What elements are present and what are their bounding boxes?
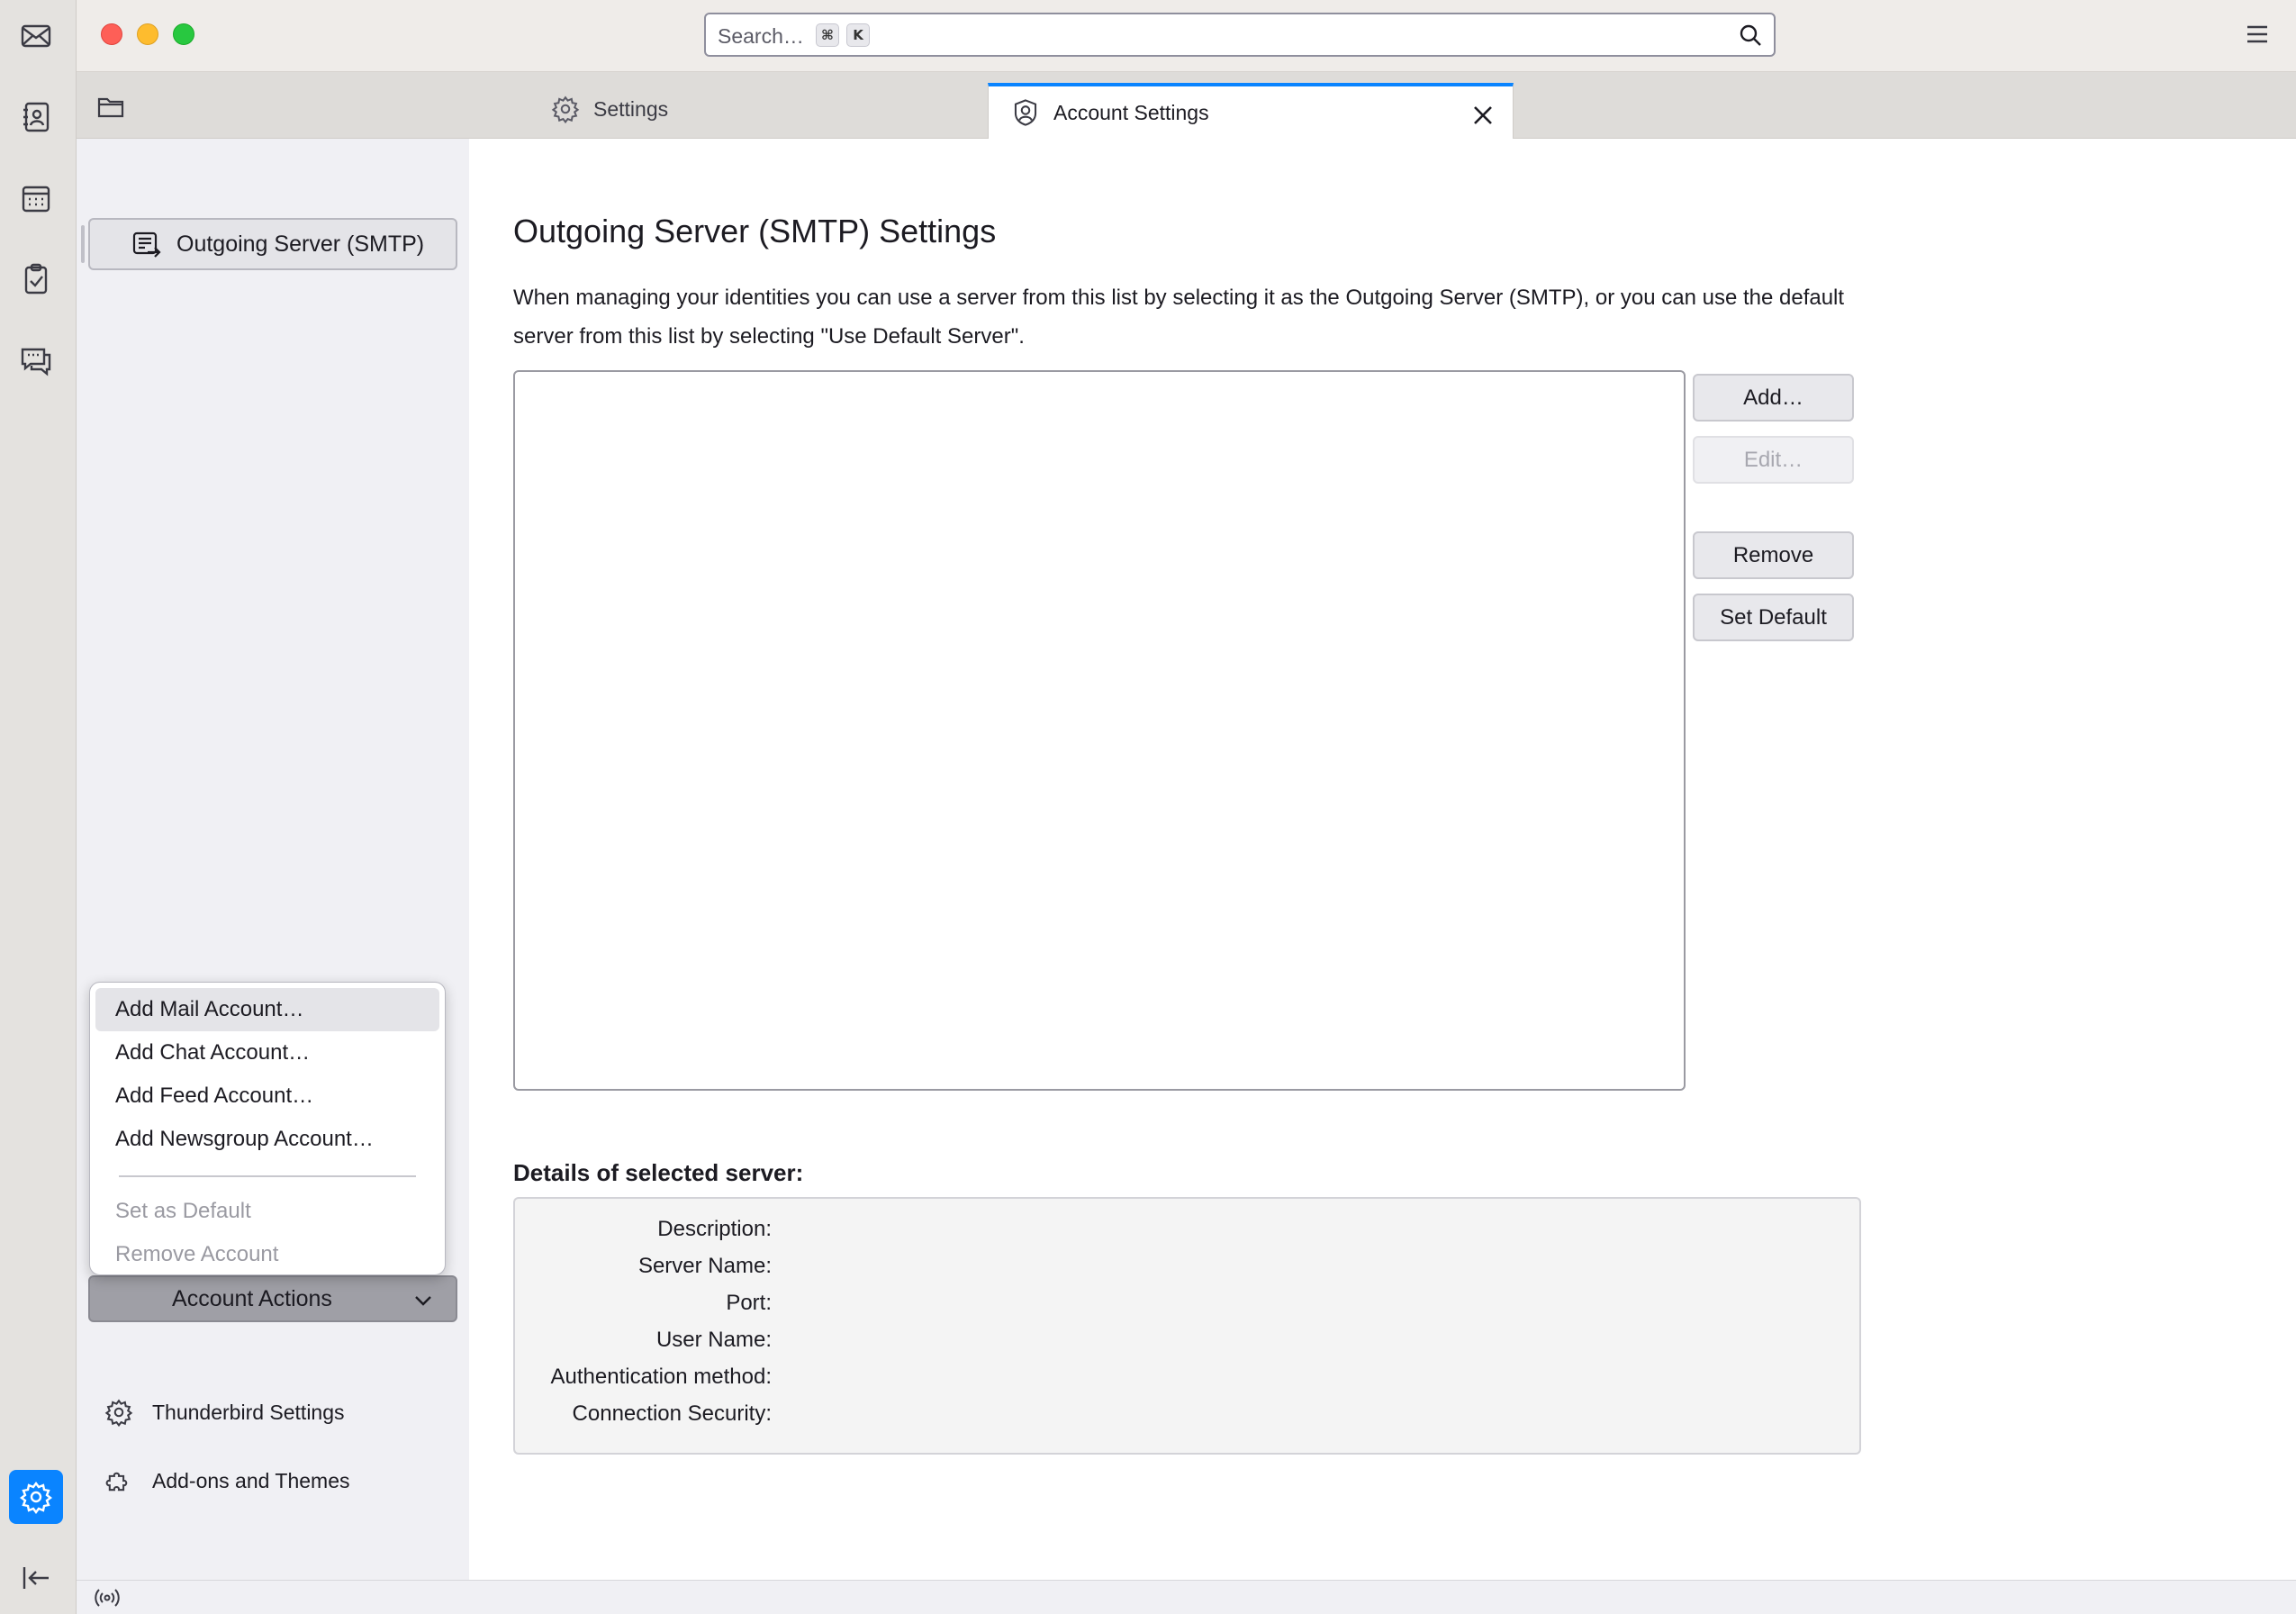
outgoing-server-icon [132,231,161,258]
mail-icon [21,24,51,48]
detail-label-server-name: Server Name: [637,1254,772,1278]
k-key-badge: K [846,23,870,47]
menu-item-add-mail-account[interactable]: Add Mail Account… [95,988,439,1031]
thunderbird-settings-link[interactable]: Thunderbird Settings [104,1392,345,1432]
calendar-space-button[interactable] [9,171,63,225]
address-book-icon [23,102,50,132]
close-icon[interactable] [1469,102,1496,129]
menu-item-add-newsgroup-account[interactable]: Add Newsgroup Account… [95,1118,439,1161]
window-zoom-button[interactable] [173,23,194,45]
page-description: When managing your identities you can us… [513,286,1845,349]
tab-account-settings[interactable]: Account Settings [988,83,1514,139]
thunderbird-settings-label: Thunderbird Settings [152,1400,345,1424]
edit-server-button: Edit… [1693,436,1854,484]
detail-label-connection-security: Connection Security: [572,1401,772,1426]
detail-label-description: Description: [657,1217,772,1241]
global-search-input[interactable]: Search… ⌘ K [704,13,1776,57]
gear-icon [104,1399,133,1428]
addons-themes-link[interactable]: Add-ons and Themes [104,1461,350,1501]
command-key-badge: ⌘ [816,23,839,47]
calendar-icon [22,186,50,213]
tab-settings[interactable]: Settings [529,79,1058,139]
detail-label-user-name: User Name: [655,1328,772,1352]
server-details-box: Description: Server Name: Port: User Nam… [513,1197,1861,1455]
window-minimize-button[interactable] [137,23,158,45]
status-bar [77,1580,2296,1614]
search-placeholder: Search… [718,24,804,48]
tab-account-settings-label: Account Settings [1053,100,1209,124]
menu-item-add-feed-account[interactable]: Add Feed Account… [95,1074,439,1118]
folder-icon[interactable] [96,95,125,120]
window-close-button[interactable] [101,23,122,45]
settings-space-button[interactable] [9,1470,63,1524]
menu-item-add-chat-account[interactable]: Add Chat Account… [95,1031,439,1074]
smtp-server-list[interactable] [513,370,1686,1091]
account-actions-label: Account Actions [172,1285,332,1311]
account-icon [1014,99,1037,126]
collapse-spaces-button[interactable] [9,1551,63,1605]
details-heading: Details of selected server: [513,1159,804,1186]
detail-label-auth-method: Authentication method: [550,1365,773,1389]
account-actions-button[interactable]: Account Actions [88,1275,457,1322]
main-content: Outgoing Server (SMTP) Settings When man… [469,139,2296,1580]
search-icon[interactable] [1738,23,1763,48]
online-status-icon[interactable] [93,1586,122,1609]
chat-icon [21,348,51,376]
account-actions-menu: Add Mail Account… Add Chat Account… Add … [89,982,446,1275]
page-title: Outgoing Server (SMTP) Settings [513,213,997,249]
settings-icon [20,1482,52,1514]
hamburger-menu-icon[interactable] [2244,22,2271,47]
remove-server-button[interactable]: Remove [1693,531,1854,579]
splitter-grip[interactable] [81,225,85,263]
gear-icon [551,95,580,124]
tab-bar: Settings Account Settings [77,72,2296,139]
add-server-button[interactable]: Add… [1693,374,1854,422]
chat-space-button[interactable] [9,333,63,387]
puzzle-icon [105,1472,128,1492]
addons-themes-label: Add-ons and Themes [152,1468,350,1492]
mail-space-button[interactable] [9,9,63,63]
address-book-space-button[interactable] [9,90,63,144]
tree-item-outgoing-server[interactable]: Outgoing Server (SMTP) [88,218,457,270]
chevron-down-icon [415,1296,431,1306]
detail-label-port: Port: [726,1291,772,1315]
collapse-left-icon [23,1567,49,1589]
set-default-button[interactable]: Set Default [1693,594,1854,641]
tab-settings-label: Settings [593,96,669,121]
menu-item-remove-account: Remove Account [115,1242,279,1266]
account-tree-sidebar: Outgoing Server (SMTP) Account Actions T… [77,139,469,1580]
tasks-icon [24,263,48,295]
tasks-space-button[interactable] [9,252,63,306]
menu-item-set-as-default: Set as Default [115,1199,251,1223]
menu-separator [119,1175,416,1177]
spaces-toolbar [0,0,77,1614]
tree-item-label: Outgoing Server (SMTP) [176,231,425,257]
